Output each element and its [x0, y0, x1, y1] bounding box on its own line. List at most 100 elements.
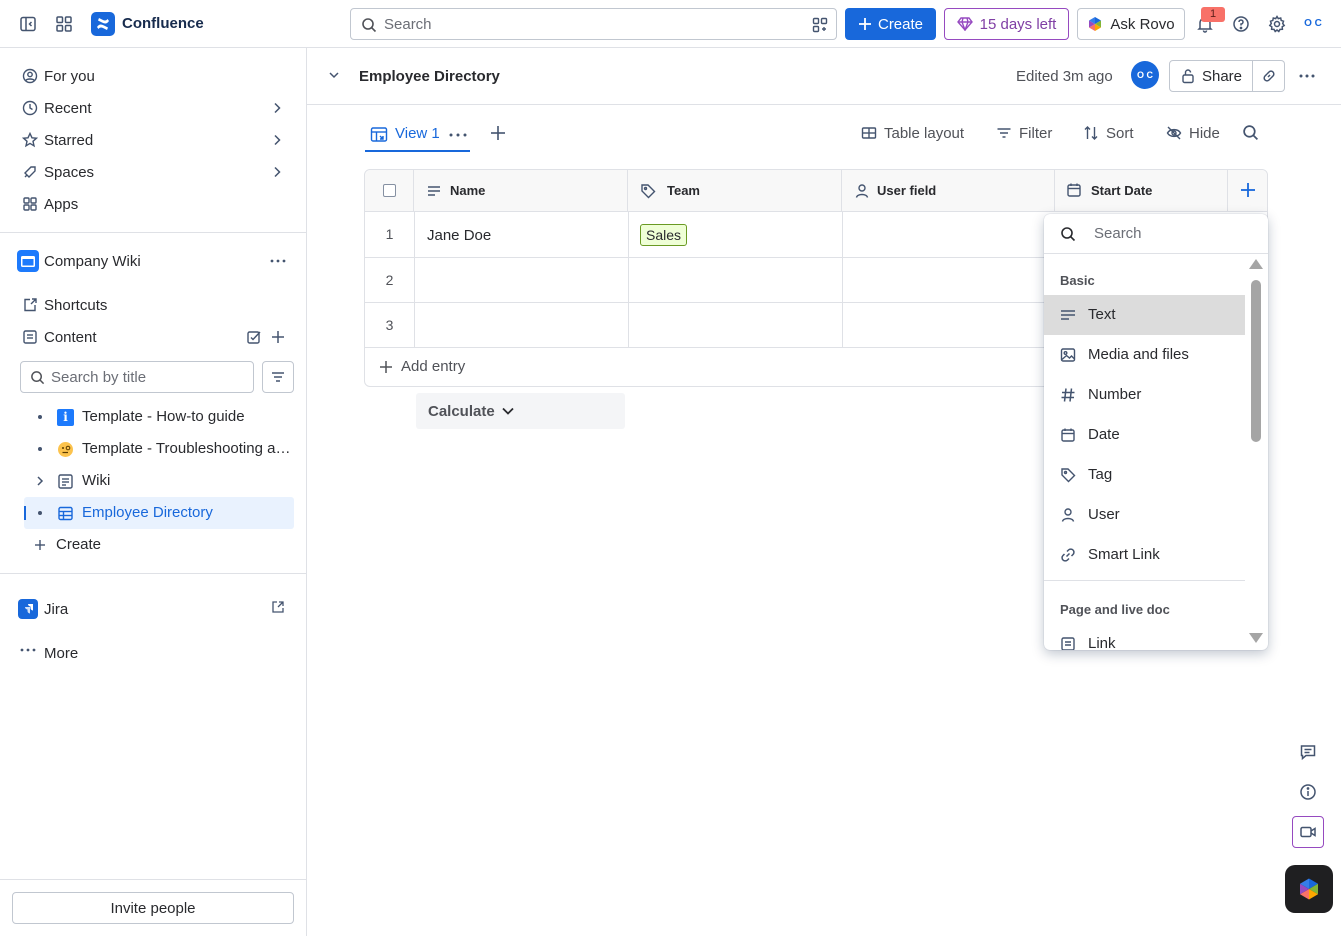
select-all-checkbox[interactable] [383, 184, 396, 197]
calculate-button[interactable]: Calculate [416, 393, 625, 429]
menu-item-link[interactable]: Link [1044, 624, 1245, 650]
field-type-search-input[interactable]: Search [1044, 214, 1268, 254]
filter-icon [272, 372, 284, 382]
scroll-down-arrow-icon[interactable] [1249, 633, 1263, 643]
rovo-icon [1089, 17, 1102, 31]
view-more-icon[interactable] [448, 129, 468, 141]
cell-name[interactable]: Jane Doe [427, 227, 491, 244]
row-number: 1 [385, 226, 394, 242]
share-button[interactable]: Share [1169, 60, 1253, 92]
add-column-button[interactable] [1228, 170, 1267, 211]
more-link[interactable]: More [44, 645, 78, 662]
video-icon[interactable] [1292, 816, 1324, 848]
add-view-icon[interactable] [489, 124, 507, 142]
content-filter-button[interactable] [262, 361, 294, 393]
confluence-logo-icon[interactable] [91, 12, 115, 36]
invite-people-button[interactable]: Invite people [12, 892, 294, 924]
filter-label: Filter [1019, 124, 1053, 142]
column-header-start-date[interactable]: Start Date [1055, 170, 1228, 211]
scrollbar-thumb[interactable] [1251, 280, 1261, 442]
sidebar-item-recent[interactable]: Recent [16, 94, 294, 122]
profile-avatar[interactable]: O C [1300, 14, 1326, 34]
search-filters-icon[interactable] [812, 17, 828, 33]
jira-link[interactable]: Jira [44, 601, 68, 618]
sidebar-toggle-icon[interactable] [16, 12, 40, 36]
chevron-down-icon [502, 407, 514, 415]
content-add-icon[interactable] [270, 329, 286, 345]
menu-item-number[interactable]: Number [1044, 375, 1245, 415]
add-entry-button[interactable]: Add entry [379, 358, 465, 375]
more-dots-icon [19, 643, 37, 657]
app-name[interactable]: Confluence [122, 15, 204, 32]
avatar[interactable]: O C [1131, 61, 1159, 89]
tab-view-1[interactable]: View 1 [365, 118, 470, 152]
tree-item-troubleshooting[interactable]: Template - Troubleshooting article [24, 433, 294, 465]
external-link-icon[interactable] [271, 600, 285, 614]
table-search-icon[interactable] [1242, 124, 1259, 141]
chevron-right-icon[interactable] [34, 475, 46, 487]
rovo-chat-button[interactable] [1285, 865, 1333, 913]
column-header-name[interactable]: Name [414, 170, 628, 211]
copy-link-button[interactable] [1253, 60, 1285, 92]
user-icon [855, 184, 869, 198]
chevron-right-icon[interactable] [270, 165, 284, 179]
comments-icon[interactable] [1292, 736, 1324, 768]
search-icon [1061, 227, 1076, 242]
column-divider [414, 211, 415, 347]
sidebar-item-shortcuts[interactable]: Shortcuts [16, 291, 294, 319]
menu-item-smart-link[interactable]: Smart Link [1044, 535, 1245, 575]
collapse-chevron-icon[interactable] [327, 68, 341, 82]
create-button[interactable]: Create [845, 8, 936, 40]
rovo-icon [1300, 878, 1318, 900]
tree-item-how-to-guide[interactable]: i Template - How-to guide [24, 401, 294, 433]
sidebar-item-for-you[interactable]: For you [16, 62, 294, 90]
search-icon [31, 371, 45, 385]
star-icon [20, 130, 40, 150]
app-switcher-icon[interactable] [52, 12, 76, 36]
page-more-icon[interactable] [1297, 66, 1317, 86]
gem-icon [956, 17, 973, 31]
chevron-right-icon[interactable] [270, 101, 284, 115]
column-header-team[interactable]: Team [628, 170, 842, 211]
sidebar-item-apps[interactable]: Apps [16, 190, 294, 218]
tree-item-label: Wiki [82, 472, 111, 489]
team-tag[interactable]: Sales [640, 224, 688, 246]
info-icon[interactable] [1292, 776, 1324, 808]
space-icon [17, 250, 39, 272]
menu-item-media[interactable]: Media and files [1044, 335, 1245, 375]
divider [0, 232, 306, 233]
tree-create-button[interactable]: Create [24, 529, 294, 561]
global-search-input[interactable]: Search [350, 8, 837, 40]
sidebar-item-starred[interactable]: Starred [16, 126, 294, 154]
bullet [38, 415, 42, 419]
filter-button[interactable]: Filter [996, 122, 1052, 144]
eye-off-icon [1166, 126, 1182, 140]
content-search-input[interactable]: Search by title [20, 361, 254, 393]
content-checklist-icon[interactable] [246, 329, 262, 345]
tree-item-employee-directory[interactable]: Employee Directory [24, 497, 294, 529]
ask-rovo-button[interactable]: Ask Rovo [1077, 8, 1185, 40]
menu-item-date[interactable]: Date [1044, 415, 1245, 455]
menu-item-label: Link [1088, 635, 1116, 650]
menu-item-user[interactable]: User [1044, 495, 1245, 535]
hide-button[interactable]: Hide [1166, 122, 1220, 144]
scroll-up-arrow-icon[interactable] [1249, 259, 1263, 269]
help-icon[interactable] [1229, 12, 1253, 36]
column-header-user-field[interactable]: User field [842, 170, 1055, 211]
menu-item-tag[interactable]: Tag [1044, 455, 1245, 495]
settings-gear-icon[interactable] [1265, 12, 1289, 36]
space-more-icon[interactable] [268, 251, 288, 271]
sidebar-item-spaces[interactable]: Spaces [16, 158, 294, 186]
menu-item-text[interactable]: Text [1044, 295, 1245, 335]
trial-button[interactable]: 15 days left [944, 8, 1069, 40]
table-layout-button[interactable]: Table layout [861, 122, 964, 144]
space-name[interactable]: Company Wiki [44, 253, 141, 270]
notification-count-badge: 1 [1201, 7, 1225, 22]
edited-status[interactable]: Edited 3m ago [1016, 68, 1113, 85]
tree-item-wiki[interactable]: Wiki [24, 465, 294, 497]
sort-button[interactable]: Sort [1083, 122, 1134, 144]
ask-rovo-label: Ask Rovo [1110, 15, 1175, 33]
page-title: Employee Directory [359, 68, 500, 85]
apps-icon [20, 194, 40, 214]
chevron-right-icon[interactable] [270, 133, 284, 147]
